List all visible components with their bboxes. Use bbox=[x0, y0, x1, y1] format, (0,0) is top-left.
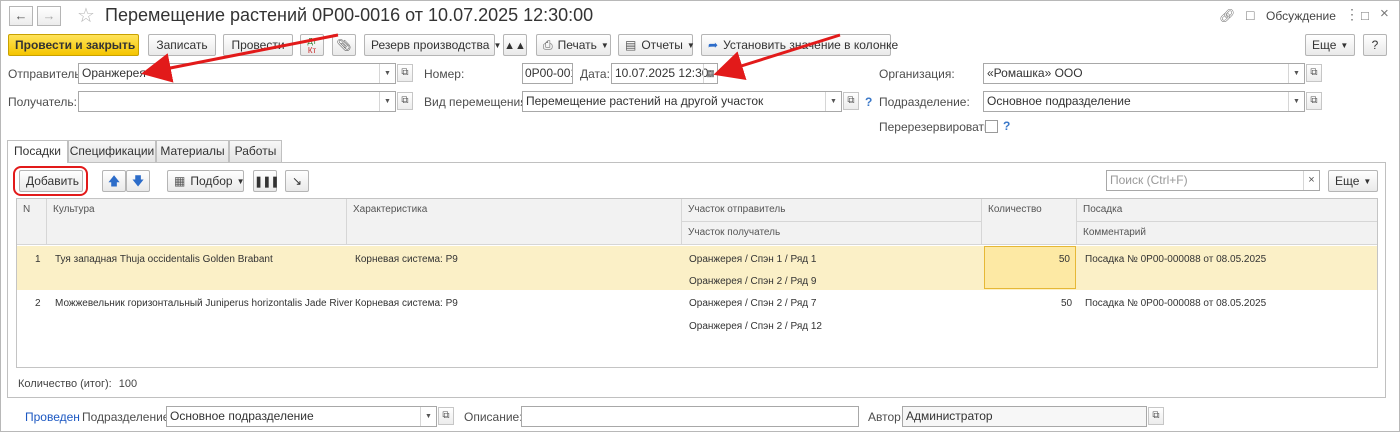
annotation-arrow-date bbox=[713, 33, 841, 81]
annotation-arrow-sender bbox=[141, 33, 339, 83]
annotation-arrows bbox=[141, 33, 841, 83]
tab-plantings[interactable]: Посадки bbox=[7, 140, 68, 163]
